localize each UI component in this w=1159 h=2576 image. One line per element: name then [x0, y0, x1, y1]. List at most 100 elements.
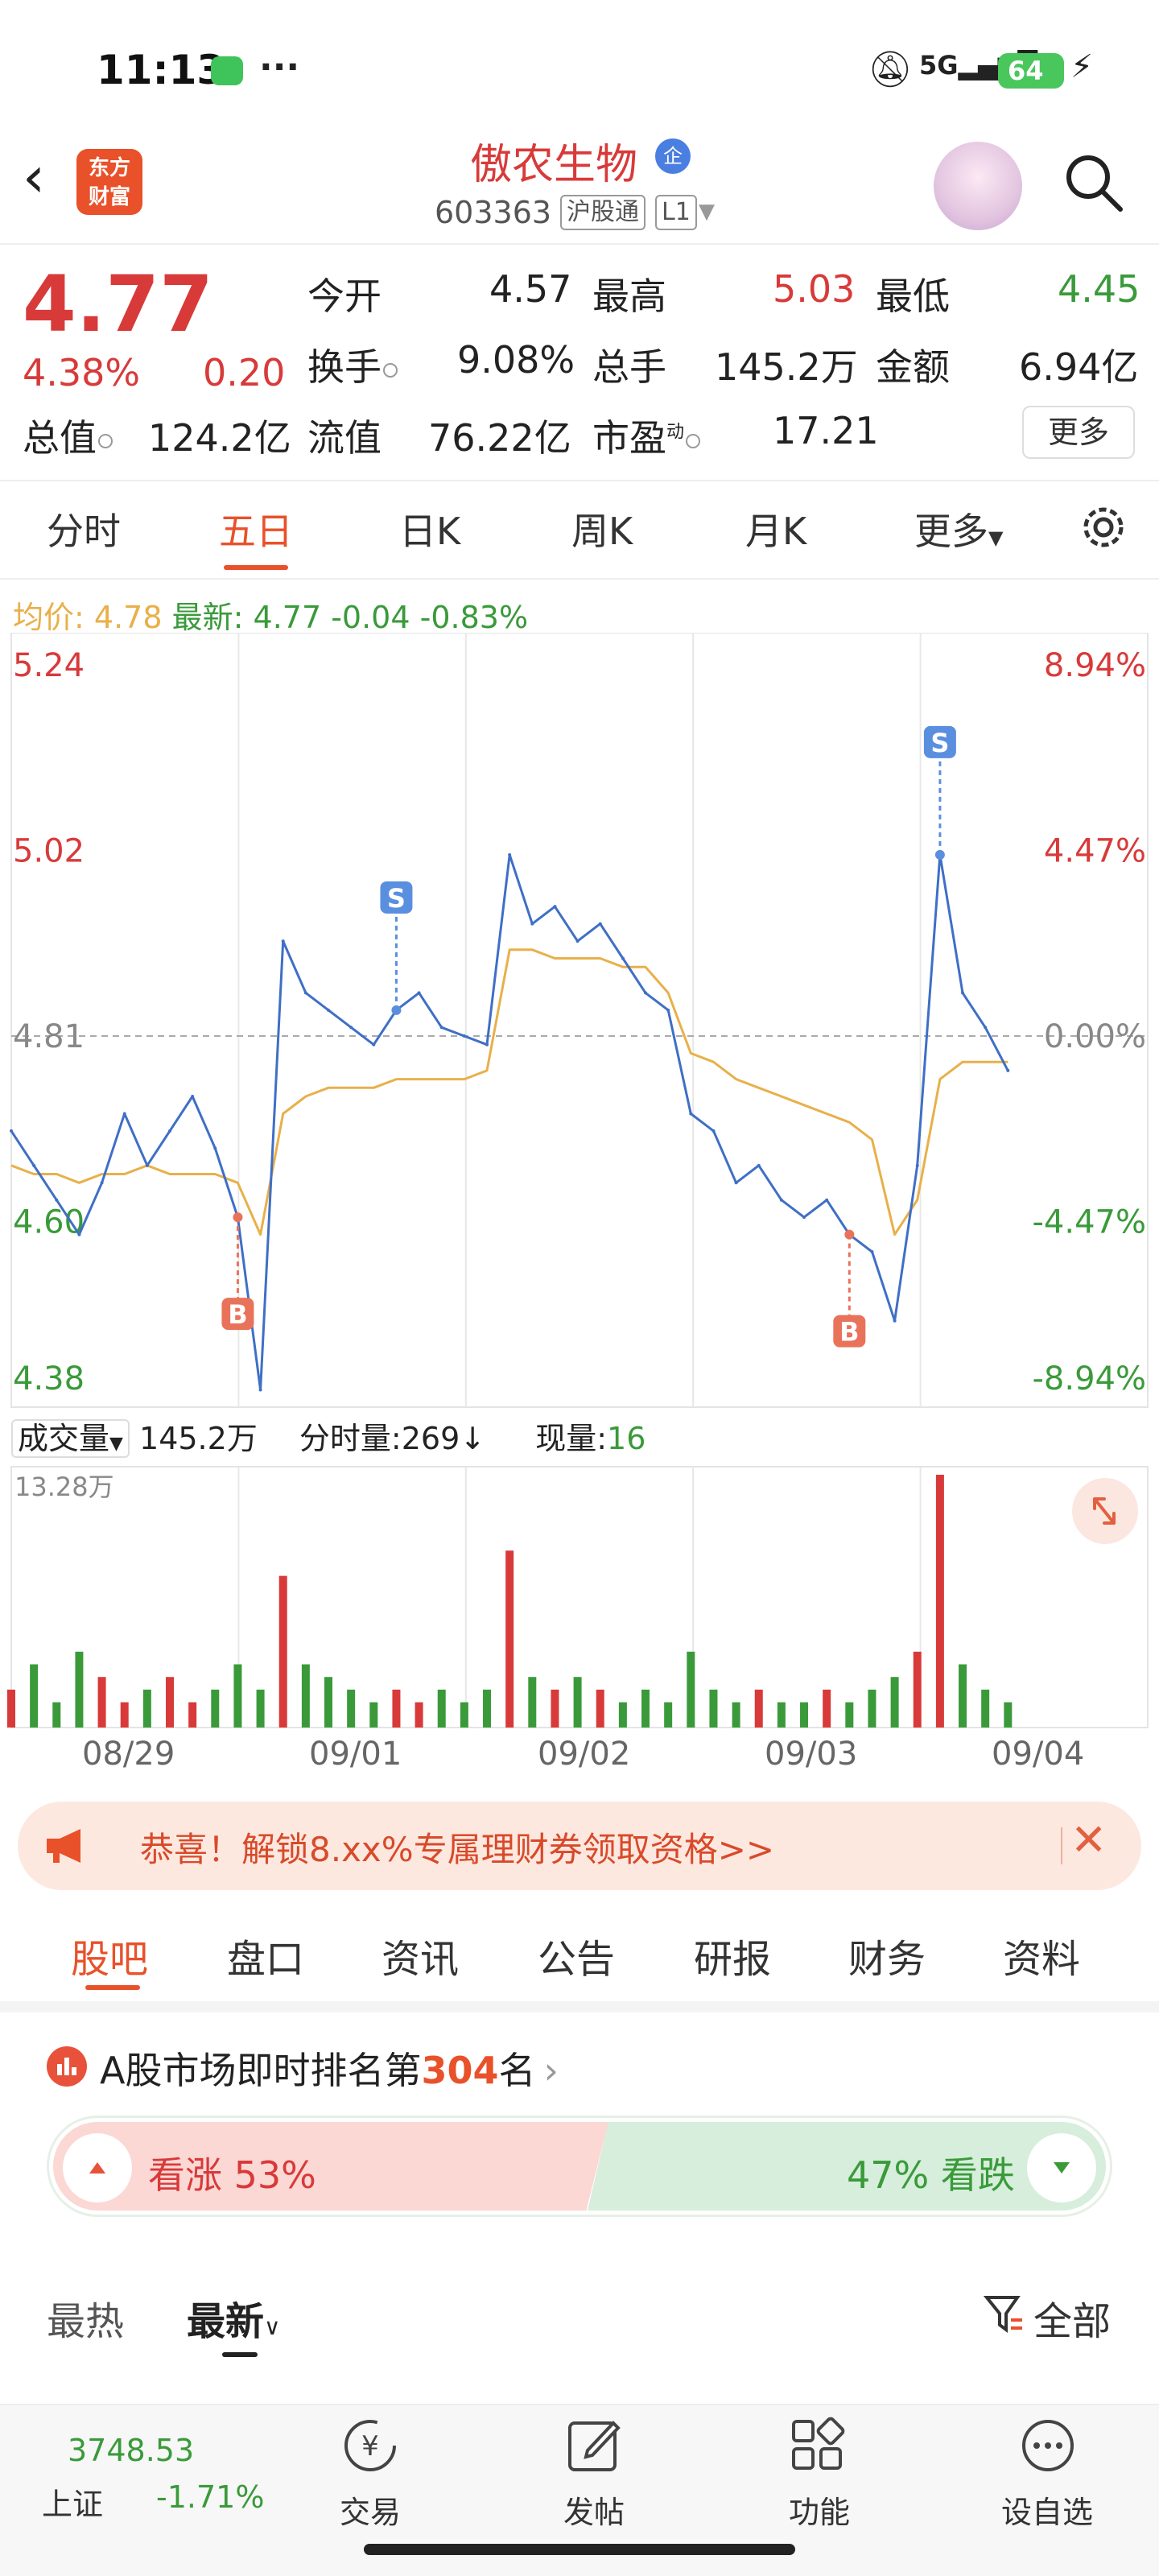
- volume-selector-label: 成交量: [18, 1421, 110, 1456]
- market-cap-label: 总值: [23, 409, 113, 462]
- active-tab-indicator: [224, 565, 288, 570]
- volume-bar: [30, 1664, 39, 1728]
- volume-bar: [1004, 1702, 1013, 1728]
- high-value: 5.03: [773, 267, 856, 311]
- mute-bell-icon: 🔕︎: [868, 49, 913, 90]
- volume-bar: [211, 1689, 220, 1728]
- tab-profile[interactable]: 资料: [1003, 1927, 1080, 1984]
- nav-post[interactable]: 发帖: [563, 2487, 625, 2532]
- bullish-fill[interactable]: [53, 2122, 608, 2211]
- price-point: [145, 1163, 149, 1167]
- marker-dot: [391, 1005, 402, 1015]
- tab-news[interactable]: 资讯: [382, 1927, 459, 1984]
- more-button[interactable]: 更多: [1022, 406, 1135, 459]
- index-change[interactable]: -1.71%: [156, 2479, 264, 2515]
- price-point: [757, 1163, 761, 1167]
- tab-forum[interactable]: 股吧: [71, 1927, 148, 1984]
- funnel-icon[interactable]: [982, 2291, 1027, 2336]
- price-point: [77, 1232, 81, 1236]
- back-icon[interactable]: ‹: [23, 149, 45, 205]
- price-point: [349, 1026, 353, 1030]
- bullish-label[interactable]: 看涨 53%: [148, 2146, 316, 2199]
- tab-research[interactable]: 研报: [694, 1927, 771, 1984]
- price-point: [530, 922, 534, 926]
- apps-icon[interactable]: [787, 2415, 848, 2476]
- current-volume-label: 现量:: [535, 1421, 608, 1456]
- clock: 11:13: [97, 47, 225, 93]
- volume-bar: [596, 1689, 604, 1728]
- price-point: [281, 939, 285, 943]
- latest-label: 最新:: [171, 600, 244, 635]
- tab-more[interactable]: 更多▼: [914, 502, 1003, 555]
- index-value[interactable]: 3748.53: [68, 2433, 194, 2468]
- price-point: [893, 1319, 897, 1323]
- price-point: [100, 1181, 104, 1185]
- info-icon[interactable]: [98, 433, 113, 448]
- info-icon[interactable]: [686, 433, 701, 448]
- price-point: [10, 1129, 13, 1133]
- price-point: [439, 1026, 443, 1030]
- y-axis-pct-label: 0.00%: [1044, 1018, 1146, 1055]
- pe-value: 17.21: [773, 409, 879, 452]
- level-tag[interactable]: L1: [655, 195, 697, 230]
- x-date: 09/03: [765, 1736, 858, 1773]
- tab-financials[interactable]: 财务: [848, 1927, 926, 1984]
- gear-icon[interactable]: [1075, 499, 1132, 555]
- float-cap-label: 流值: [307, 416, 382, 460]
- filter-hottest[interactable]: 最热: [47, 2289, 124, 2346]
- nav-trade[interactable]: 交易: [340, 2487, 401, 2532]
- tab-orderbook[interactable]: 盘口: [227, 1927, 304, 1984]
- avg-value: 4.78: [93, 600, 163, 635]
- tab-announcements[interactable]: 公告: [538, 1927, 615, 1984]
- trade-marker-label: S: [387, 883, 406, 914]
- volume-bar: [188, 1702, 197, 1728]
- volume-selector[interactable]: 成交量▼: [11, 1419, 130, 1458]
- market-cap-label-text: 总值: [23, 416, 97, 460]
- stock-code: 603363: [435, 195, 552, 230]
- marker-dot: [844, 1229, 855, 1240]
- volume-bar: [233, 1664, 242, 1728]
- trade-marker-label: B: [228, 1299, 247, 1330]
- index-name[interactable]: 上证: [42, 2479, 103, 2524]
- change-amount: 0.20: [203, 351, 286, 394]
- bearish-label[interactable]: 47% 看跌: [847, 2146, 1015, 2199]
- close-icon[interactable]: ✕: [1070, 1814, 1107, 1865]
- tab-five-day[interactable]: 五日: [219, 502, 293, 555]
- volume-bar: [913, 1651, 922, 1728]
- assistant-robot-icon[interactable]: [934, 142, 1022, 230]
- filter-newest[interactable]: 最新∨: [187, 2289, 281, 2346]
- more-dots-icon[interactable]: [1017, 2415, 1079, 2476]
- y-axis-label: 4.60: [13, 1204, 85, 1241]
- latest-change: -0.04: [331, 600, 410, 635]
- volume-bar: [324, 1677, 333, 1728]
- banner-text[interactable]: 恭喜！解锁8.xx%专属理财券领取资格>>: [140, 1823, 774, 1872]
- info-icon[interactable]: [383, 362, 398, 378]
- nav-functions[interactable]: 功能: [789, 2487, 850, 2532]
- down-arrow-icon[interactable]: [1027, 2133, 1096, 2202]
- post-icon[interactable]: [563, 2415, 625, 2476]
- search-icon[interactable]: [1061, 150, 1125, 214]
- price-point: [984, 1026, 988, 1030]
- change-percent: 4.38%: [23, 351, 141, 394]
- expand-icon[interactable]: [1072, 1478, 1138, 1544]
- price-point: [711, 1129, 716, 1133]
- tab-weekly-k[interactable]: 周K: [571, 502, 633, 555]
- volume-bar: [52, 1702, 61, 1728]
- y-axis-pct-label: 4.47%: [1044, 833, 1146, 870]
- volume-bar: [935, 1475, 944, 1728]
- filter-all[interactable]: 全部: [1033, 2289, 1111, 2346]
- market-rank[interactable]: A股市场即时排名第304名 ›: [100, 2041, 559, 2095]
- up-arrow-icon[interactable]: [63, 2133, 132, 2202]
- trade-icon[interactable]: ¥: [338, 2415, 402, 2476]
- nav-add-watchlist[interactable]: 设自选: [1001, 2487, 1093, 2532]
- volume-bar: [505, 1550, 514, 1728]
- tab-intraday[interactable]: 分时: [47, 502, 121, 555]
- five-day-chart[interactable]: 5.24 8.94% 5.02 4.47% 4.81 0.00% 4.60 -4.47% 4.3…: [0, 633, 1159, 1792]
- turnover-label-text: 换手: [307, 345, 382, 389]
- tab-monthly-k[interactable]: 月K: [745, 502, 806, 555]
- price-point: [213, 1146, 217, 1150]
- tab-daily-k[interactable]: 日K: [399, 502, 460, 555]
- dropdown-icon[interactable]: ▼: [699, 200, 715, 224]
- price-point: [575, 939, 580, 943]
- y-axis-pct-label: -4.47%: [1032, 1204, 1146, 1241]
